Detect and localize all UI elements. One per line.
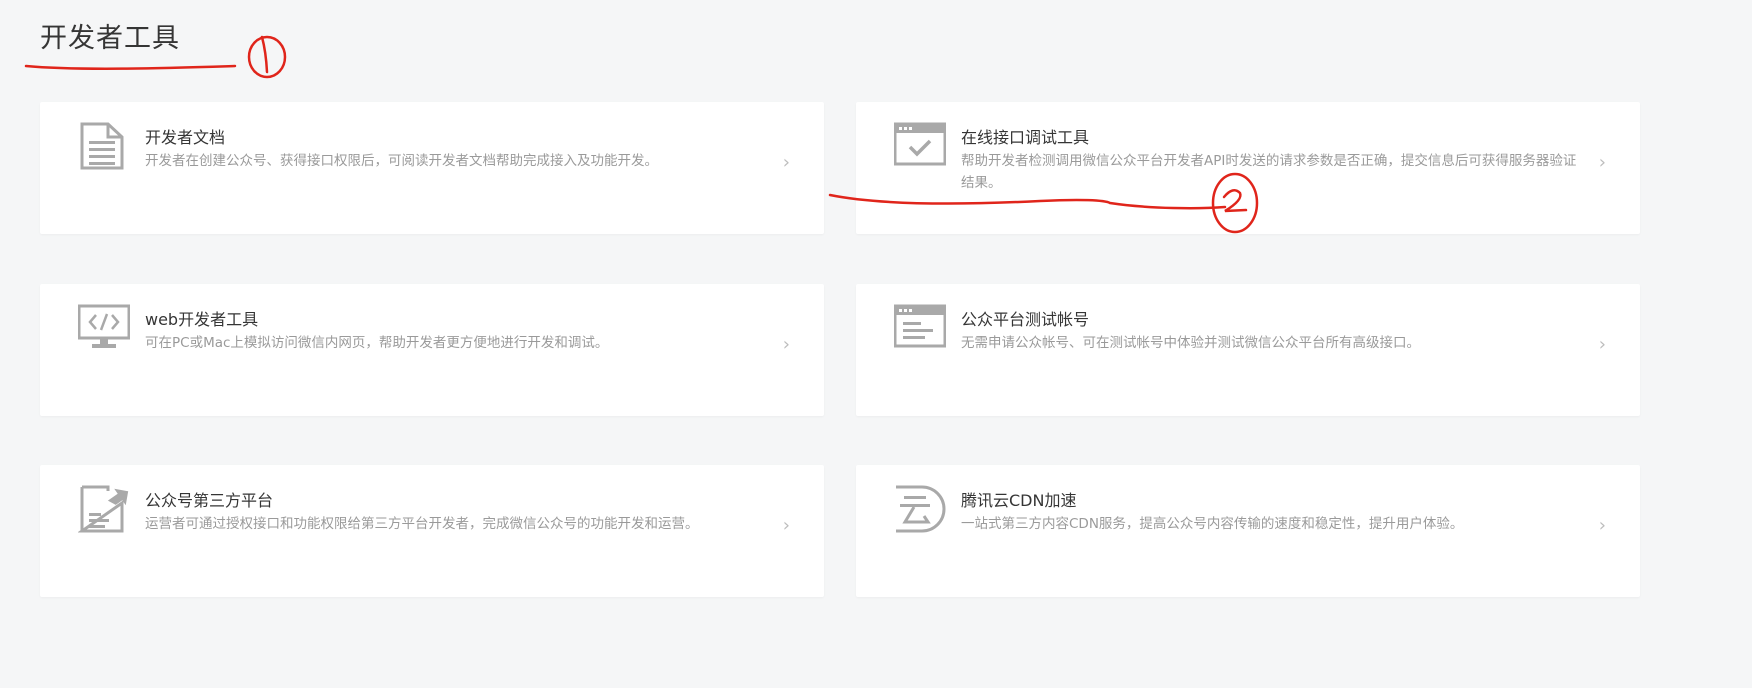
chevron-right-icon: ›: [782, 152, 790, 173]
page-title: 开发者工具: [40, 23, 180, 54]
card-title: 腾讯云CDN加速: [961, 491, 1077, 510]
card-title: 公众平台测试帐号: [961, 310, 1090, 329]
card-description: 可在PC或Mac上模拟访问微信内网页，帮助开发者更方便地进行开发和调试。: [145, 335, 609, 351]
card-description: 运营者可通过授权接口和功能权限给第三方平台开发者，完成微信公众号的功能开发和运营…: [145, 516, 699, 532]
card-developer-docs[interactable]: 开发者文档 开发者在创建公众号、获得接口权限后，可阅读开发者文档帮助完成接入及功…: [40, 102, 824, 234]
card-description: 帮助开发者检测调用微信公众平台开发者API时发送的请求参数是否正确，提交信息后可…: [961, 153, 1577, 191]
window-check-icon: [893, 120, 947, 170]
circled-number-1-annotation: [247, 35, 287, 79]
card-test-account[interactable]: 公众平台测试帐号 无需申请公众帐号、可在测试帐号中体验并测试微信公众平台所有高级…: [856, 284, 1640, 416]
document-arrow-icon: [77, 483, 130, 533]
card-description: 无需申请公众帐号、可在测试帐号中体验并测试微信公众平台所有高级接口。: [961, 335, 1420, 351]
card-description: 一站式第三方内容CDN服务，提高公众号内容传输的速度和稳定性，提升用户体验。: [961, 516, 1464, 532]
chevron-right-icon: ›: [1598, 334, 1606, 355]
document-icon: [78, 120, 130, 170]
underline-annotation-1: [24, 64, 237, 70]
monitor-code-icon: [77, 302, 131, 352]
browser-window-icon: [893, 302, 947, 352]
card-title: web开发者工具: [145, 310, 259, 329]
chevron-right-icon: ›: [1598, 515, 1606, 536]
card-title: 在线接口调试工具: [961, 128, 1090, 147]
card-title: 公众号第三方平台: [145, 491, 274, 510]
chevron-right-icon: ›: [782, 515, 790, 536]
card-tencent-cloud-cdn[interactable]: 腾讯云CDN加速 一站式第三方内容CDN服务，提高公众号内容传输的速度和稳定性，…: [856, 465, 1640, 597]
card-online-api-debug-tool[interactable]: 在线接口调试工具 帮助开发者检测调用微信公众平台开发者API时发送的请求参数是否…: [856, 102, 1640, 234]
chevron-right-icon: ›: [782, 334, 790, 355]
card-third-party-platform[interactable]: 公众号第三方平台 运营者可通过授权接口和功能权限给第三方平台开发者，完成微信公众…: [40, 465, 824, 597]
card-title: 开发者文档: [145, 128, 226, 147]
chevron-right-icon: ›: [1598, 152, 1606, 173]
cloud-cdn-icon: [894, 483, 946, 533]
card-web-developer-tool[interactable]: web开发者工具 可在PC或Mac上模拟访问微信内网页，帮助开发者更方便地进行开…: [40, 284, 824, 416]
card-description: 开发者在创建公众号、获得接口权限后，可阅读开发者文档帮助完成接入及功能开发。: [145, 153, 658, 169]
